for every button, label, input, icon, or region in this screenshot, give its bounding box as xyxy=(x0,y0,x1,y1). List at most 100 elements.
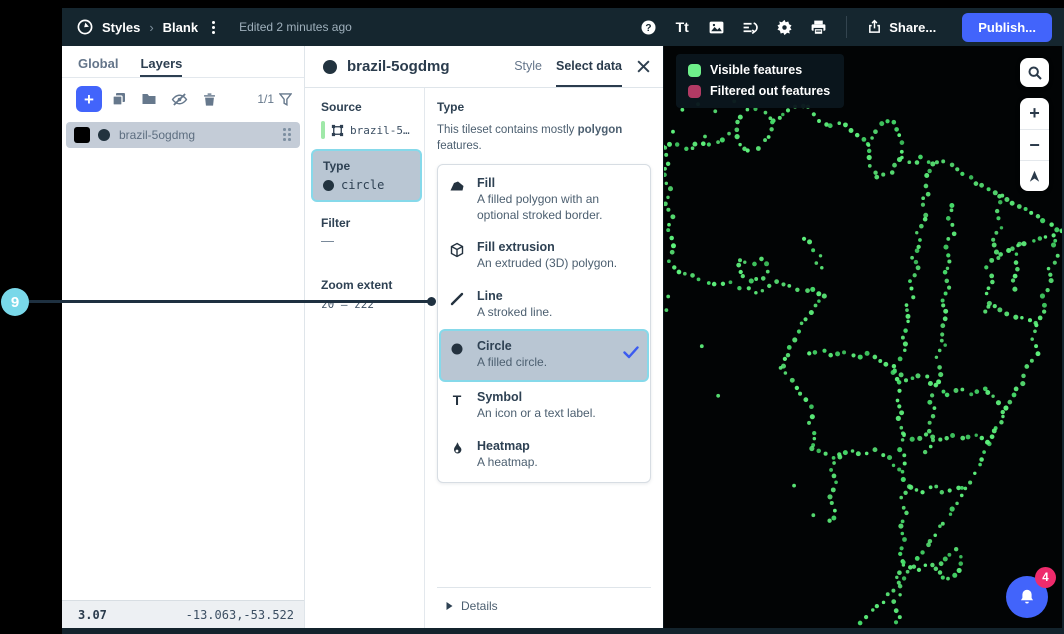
details-caret-icon xyxy=(445,601,454,611)
group-layers-folder-icon[interactable] xyxy=(136,87,162,111)
zoom-out-button[interactable]: − xyxy=(1020,129,1049,160)
filter-funnel-icon xyxy=(279,93,292,106)
compass-button[interactable] xyxy=(1020,160,1049,191)
source-color-bar xyxy=(321,121,325,139)
type-option-description: A heatmap. xyxy=(477,455,639,471)
layer-row-brazil[interactable]: brazil-5ogdmg xyxy=(66,122,300,148)
help-icon[interactable]: ? xyxy=(634,14,662,40)
type-option-description: A stroked line. xyxy=(477,305,639,321)
type-option-description: A filled circle. xyxy=(477,355,617,371)
annotation-number-badge: 9 xyxy=(1,288,29,316)
images-icon[interactable] xyxy=(702,14,730,40)
tab-select-data[interactable]: Select data xyxy=(556,46,622,87)
legend-label: Filtered out features xyxy=(710,84,830,98)
zoom-in-button[interactable]: + xyxy=(1020,98,1049,129)
extrusion-type-icon xyxy=(449,240,466,272)
zoom-extent-value: z0 – z22 xyxy=(321,298,416,311)
legend-swatch xyxy=(688,85,701,98)
map-search-button[interactable] xyxy=(1020,58,1049,87)
compass-icon xyxy=(1027,169,1042,184)
map-zoom-controls: + − xyxy=(1020,98,1049,191)
top-bar: Styles › Blank Edited 2 minutes ago ? Tt xyxy=(62,8,1064,46)
filter-label: Filter xyxy=(321,216,416,230)
filter-value: — xyxy=(321,233,416,248)
type-option-name: Heatmap xyxy=(477,439,639,453)
type-option-description: A filled polygon with an optional stroke… xyxy=(477,192,639,223)
window-bottom-strip xyxy=(62,628,1064,634)
editor-sidebar: Source brazil-5… Type circle Filter xyxy=(305,88,425,628)
type-option-fill-extrusion[interactable]: Fill extrusion An extruded (3D) polygon. xyxy=(441,232,647,281)
layers-toolbar: + 1/1 xyxy=(62,78,304,120)
history-icon[interactable] xyxy=(736,14,764,40)
source-row[interactable]: brazil-5… xyxy=(321,121,416,139)
type-option-name: Fill extrusion xyxy=(477,240,639,254)
editor-header: brazil-5ogdmg Style Select data xyxy=(305,46,663,88)
type-option-name: Fill xyxy=(477,176,639,190)
tab-style[interactable]: Style xyxy=(514,46,542,87)
breadcrumb-chevron-icon: › xyxy=(149,20,153,35)
share-button[interactable]: Share... xyxy=(861,19,942,35)
tab-layers[interactable]: Layers xyxy=(140,56,182,77)
symbol-type-icon: T xyxy=(449,390,466,422)
breadcrumb-style-name: Blank xyxy=(163,20,198,35)
type-card-value: circle xyxy=(341,178,384,192)
settings-gear-icon[interactable] xyxy=(770,14,798,40)
map-status-bar: 3.07 -13.063,-53.522 xyxy=(62,600,304,628)
type-option-name: Line xyxy=(477,289,639,303)
type-option-fill[interactable]: Fill A filled polygon with an optional st… xyxy=(441,168,647,232)
fonts-icon[interactable]: Tt xyxy=(668,14,696,40)
tab-global[interactable]: Global xyxy=(78,56,118,77)
duplicate-layer-icon[interactable] xyxy=(106,87,132,111)
layer-editor-panel: brazil-5ogdmg Style Select data Source b… xyxy=(305,46,664,628)
legend-swatch xyxy=(688,64,701,77)
type-option-heatmap[interactable]: Heatmap A heatmap. xyxy=(441,431,647,480)
type-selection-main: Type This tileset contains mostly polygo… xyxy=(425,88,663,628)
close-editor-icon[interactable] xyxy=(636,59,651,74)
type-section-heading: Type xyxy=(437,100,651,114)
tileset-description: This tileset contains mostly polygon fea… xyxy=(437,123,651,154)
source-label: Source xyxy=(321,100,416,114)
legend-row: Visible features xyxy=(688,63,830,77)
circle-type-icon xyxy=(449,339,466,371)
zoom-level-value: 3.07 xyxy=(78,608,107,622)
add-layer-button[interactable]: + xyxy=(76,86,102,112)
print-icon[interactable] xyxy=(804,14,832,40)
publish-button[interactable]: Publish... xyxy=(962,13,1052,42)
delete-layer-trash-icon[interactable] xyxy=(196,87,222,111)
edited-timestamp: Edited 2 minutes ago xyxy=(239,20,352,34)
layer-filter-control[interactable]: 1/1 xyxy=(257,92,292,106)
svg-text:?: ? xyxy=(645,23,651,34)
toolbar-divider xyxy=(846,16,847,38)
layer-type-circle-icon xyxy=(98,129,110,141)
map-legend: Visible features Filtered out features xyxy=(676,54,844,108)
style-menu-kebab-icon[interactable] xyxy=(206,18,221,37)
svg-text:T: T xyxy=(453,392,462,408)
type-option-name: Circle xyxy=(477,339,617,353)
selected-check-icon xyxy=(623,346,639,364)
notification-count-badge: 4 xyxy=(1035,567,1056,588)
mapbox-logo-icon[interactable] xyxy=(76,18,94,36)
polygon-source-icon xyxy=(330,123,345,138)
layer-count-text: 1/1 xyxy=(257,92,274,106)
layer-drag-handle[interactable] xyxy=(283,128,292,142)
type-option-description: An extruded (3D) polygon. xyxy=(477,256,639,272)
type-option-line[interactable]: Line A stroked line. xyxy=(441,281,647,330)
circle-type-icon xyxy=(323,180,334,191)
layers-panel: Global Layers + 1/1 xyxy=(62,46,305,628)
coordinates-value: -13.063,-53.522 xyxy=(186,608,294,622)
hide-layer-eye-off-icon[interactable] xyxy=(166,87,192,111)
app-window: Styles › Blank Edited 2 minutes ago ? Tt xyxy=(62,8,1064,634)
bell-icon xyxy=(1018,588,1036,606)
details-label: Details xyxy=(461,599,498,613)
type-option-name: Symbol xyxy=(477,390,639,404)
details-toggle[interactable]: Details xyxy=(437,587,651,628)
type-card-label: Type xyxy=(323,159,410,173)
type-option-circle[interactable]: Circle A filled circle. xyxy=(441,331,647,380)
breadcrumb-styles[interactable]: Styles xyxy=(102,20,140,35)
layer-type-dot-icon xyxy=(323,60,337,74)
type-option-description: An icon or a text label. xyxy=(477,406,639,422)
type-option-symbol[interactable]: T Symbol An icon or a text label. xyxy=(441,382,647,431)
map-canvas[interactable]: Visible features Filtered out features + … xyxy=(664,46,1064,628)
line-type-icon xyxy=(449,289,466,321)
type-card-selected[interactable]: Type circle xyxy=(313,151,420,200)
